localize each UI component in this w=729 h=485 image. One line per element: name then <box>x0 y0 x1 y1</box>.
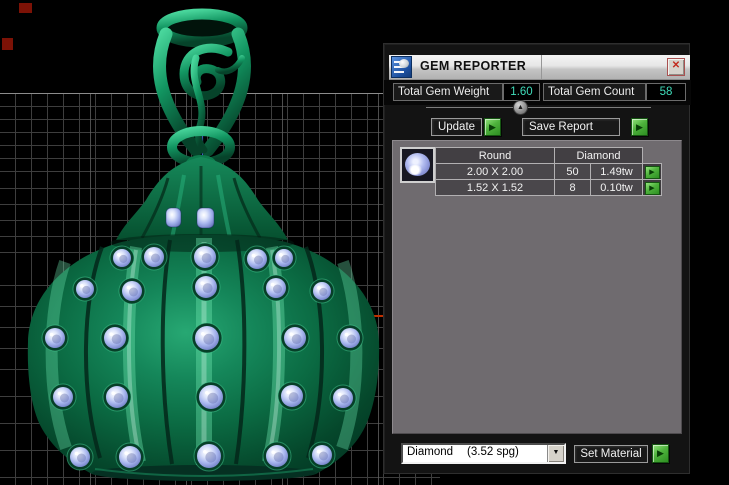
viewport-mask <box>440 474 690 485</box>
panel-title-bar[interactable]: GEM REPORTER ✕ <box>389 55 690 80</box>
material-name: Diamond <box>407 446 454 458</box>
shape-header: Round <box>435 147 555 164</box>
material-header: Diamond <box>554 147 643 164</box>
update-button[interactable]: Update <box>431 118 482 136</box>
pendant-body <box>27 234 380 481</box>
gem-count: 50 <box>554 163 591 180</box>
pendant-bail <box>153 8 251 157</box>
panel-title: GEM REPORTER <box>420 59 527 73</box>
gem-table-header-row: Round Diamond <box>435 147 662 164</box>
close-button[interactable]: ✕ <box>667 58 685 76</box>
gem-size: 1.52 X 1.52 <box>435 179 555 196</box>
collapse-button[interactable]: ▲ <box>513 100 528 115</box>
material-density: (3.52 spg) <box>467 446 519 458</box>
gem-preview-highlight <box>407 165 423 175</box>
app-window: GEM REPORTER ✕ Total Gem Weight 1.60 Tot… <box>0 0 729 485</box>
gem-count: 8 <box>554 179 591 196</box>
total-gem-weight-value: 1.60 <box>503 83 540 101</box>
save-report-go-icon[interactable]: ▶ <box>631 118 648 136</box>
pendant-model <box>27 8 380 481</box>
set-material-button[interactable]: Set Material <box>574 445 648 463</box>
gem-reporter-panel: GEM REPORTER ✕ Total Gem Weight 1.60 Tot… <box>383 43 691 474</box>
viewport-artifact <box>2 38 13 50</box>
update-go-icon[interactable]: ▶ <box>484 118 501 136</box>
gem-weight: 1.49tw <box>590 163 643 180</box>
title-divider <box>541 55 542 79</box>
gem-table: Round Diamond 2.00 X 2.00 50 1.49tw ▶ 1.… <box>435 147 662 196</box>
collapse-divider <box>426 107 651 108</box>
gem-table-row: 1.52 X 1.52 8 0.10tw ▶ <box>435 179 662 196</box>
total-gem-count-label: Total Gem Count <box>543 83 646 101</box>
dropdown-arrow-icon[interactable]: ▼ <box>547 445 564 462</box>
gem-preview-thumbnail[interactable] <box>400 147 435 183</box>
save-report-button[interactable]: Save Report <box>522 118 620 136</box>
set-material-go-icon[interactable]: ▶ <box>652 444 669 463</box>
gem-row-go-icon[interactable]: ▶ <box>644 165 660 179</box>
material-dropdown[interactable]: Diamond (3.52 spg) ▼ <box>401 443 566 464</box>
gem-weight: 0.10tw <box>590 179 643 196</box>
pearl-glyph <box>399 59 409 68</box>
viewport-artifact <box>19 3 32 13</box>
gem-list-area: Round Diamond 2.00 X 2.00 50 1.49tw ▶ 1.… <box>392 140 682 434</box>
gem-table-row: 2.00 X 2.00 50 1.49tw ▶ <box>435 163 662 180</box>
bail-ring <box>167 126 235 168</box>
gem-size: 2.00 X 2.00 <box>435 163 555 180</box>
total-gem-weight-label: Total Gem Weight <box>393 83 503 101</box>
set-gems <box>41 242 364 472</box>
total-gem-count-value: 58 <box>646 83 686 101</box>
pendant-neck <box>116 155 288 240</box>
gem-reporter-icon <box>391 56 412 78</box>
gem-row-go-icon[interactable]: ▶ <box>644 181 660 195</box>
